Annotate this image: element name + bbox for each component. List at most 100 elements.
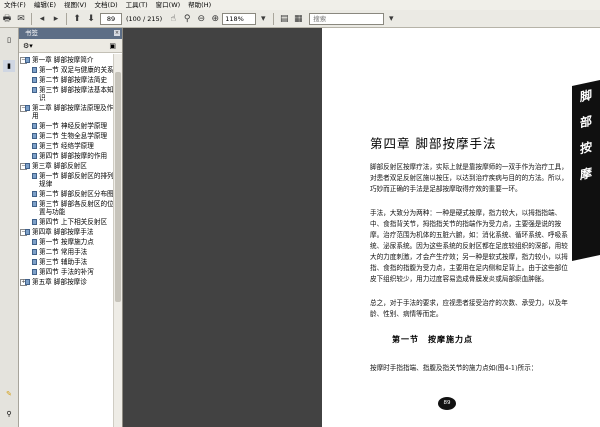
menu-document[interactable]: 文档(D) — [91, 0, 122, 10]
bookmark-item[interactable]: 第三节 脚部按摩法基本知识 — [19, 86, 114, 102]
fit-width-icon[interactable]: ▦ — [292, 12, 304, 25]
bookmark-chapter[interactable]: − 第三章 脚部反射区 — [19, 162, 114, 170]
zoom-level-input[interactable]: 118% — [222, 12, 257, 25]
menu-edit[interactable]: 编辑(E) — [30, 0, 60, 10]
search-input[interactable]: 搜索 — [309, 12, 385, 25]
bookmark-chapter[interactable]: − 第四章 脚部按摩手法 — [19, 228, 114, 236]
bookmark-item[interactable]: 第一节 脚部反射区的排列规律 — [19, 172, 114, 188]
bookmark-item[interactable]: 第三节 脚部各反射区的位置与功能 — [19, 200, 114, 216]
options-icon[interactable]: ⚙▾ — [23, 42, 33, 50]
chevron-down-icon[interactable]: ▾ — [257, 12, 269, 25]
fit-page-icon[interactable]: ▤ — [278, 12, 290, 25]
bookmark-item[interactable]: 第一节 按摩施力点 — [19, 238, 114, 246]
select-hand-icon[interactable]: ☝ — [167, 12, 179, 25]
document-view[interactable]: 第四章 脚部按摩手法 脚部反射区按摩疗法，实际上就是靠按摩师的一双手作为治疗工具… — [123, 28, 600, 427]
bookmark-item[interactable]: 第四节 脚部按摩的作用 — [19, 152, 114, 160]
toolbar-separator — [273, 12, 275, 25]
bookmark-label: 第三章 脚部反射区 — [32, 162, 87, 170]
bookmark-label: 第一章 脚部按摩简介 — [32, 56, 94, 64]
bookmark-label: 第三节 脚部各反射区的位置与功能 — [39, 200, 114, 216]
bookmark-item[interactable]: 第三节 辅助手法 — [19, 258, 114, 266]
bookmark-icon — [25, 105, 30, 111]
zoom-out-icon[interactable]: ⊖ — [195, 12, 207, 25]
bookmark-label: 第一节 双足与健康的关系 — [39, 66, 114, 74]
bookmark-item[interactable]: 第二节 脚部按摩法简史 — [19, 76, 114, 84]
bookmark-item[interactable]: 第四节 手法的补泻 — [19, 268, 114, 276]
pages-icon[interactable]: ▯ — [3, 34, 15, 46]
bookmark-icon — [32, 173, 37, 179]
bookmark-icon — [32, 259, 37, 265]
prev-view-icon[interactable]: ◂ — [36, 12, 48, 25]
bookmark-icon — [32, 191, 37, 197]
bookmark-label: 第二节 脚部按摩法简史 — [39, 76, 108, 84]
bookmark-item[interactable]: 第三节 经络学原理 — [19, 142, 114, 150]
bookmark-item[interactable]: 第二节 脚部反射区分布图 — [19, 190, 114, 198]
section-title: 第一节 按摩施力点 — [392, 334, 473, 344]
bookmark-label: 第一节 脚部反射区的排列规律 — [39, 172, 114, 188]
page-number-badge: 89 — [438, 397, 456, 410]
bookmark-chapter[interactable]: − 第二章 脚部按摩法原理及作用 — [19, 104, 114, 120]
bookmark-item[interactable]: 第二节 常用手法 — [19, 248, 114, 256]
bookmark-chapter[interactable]: + 第五章 脚部按摩诊 — [19, 278, 114, 286]
previous-page-icon[interactable]: ⬆ — [71, 12, 83, 25]
bookmark-icon — [32, 269, 37, 275]
bookmark-icon — [25, 57, 30, 63]
bookmark-icon — [32, 133, 37, 139]
bookmark-icon — [32, 201, 37, 207]
attachment-icon[interactable]: ⚲ — [3, 408, 15, 420]
page-number-input[interactable]: 89 — [100, 12, 122, 25]
bookmark-icon — [25, 279, 30, 285]
bookmark-label: 第五章 脚部按摩诊 — [32, 278, 87, 286]
menu-help[interactable]: 帮助(H) — [184, 0, 215, 10]
bookmark-chapter[interactable]: − 第一章 脚部按摩简介 — [19, 56, 114, 64]
toolbar-separator — [66, 12, 67, 25]
bookmark-item[interactable]: 第四节 上下相关反射区 — [19, 218, 114, 226]
bookmarks-scrollbar[interactable] — [113, 54, 122, 427]
bookmark-icon — [32, 239, 37, 245]
comments-icon[interactable]: ✎ — [3, 388, 15, 400]
bookmark-icon — [32, 219, 37, 225]
bookmark-icon — [25, 163, 30, 169]
next-view-icon[interactable]: ▸ — [50, 12, 62, 25]
chevron-down-icon[interactable]: ▾ — [385, 12, 397, 25]
bookmark-label: 第三节 辅助手法 — [39, 258, 88, 266]
next-page-icon[interactable]: ⬇ — [85, 12, 97, 25]
print-icon[interactable]: 🖶 — [1, 12, 13, 25]
paragraph-1: 脚部反射区按摩疗法，实际上就是靠按摩师的一双手作为治疗工具，对患者双足反射区施以… — [370, 163, 568, 193]
zoom-tool-icon[interactable]: ⚲ — [181, 12, 193, 25]
bookmark-icon — [32, 67, 37, 73]
bookmark-label: 第四节 手法的补泻 — [39, 268, 94, 276]
bookmark-label: 第三节 经络学原理 — [39, 142, 94, 150]
navigation-pane-icons: ▯ ▮ ✎ ⚲ — [0, 28, 19, 427]
zoom-in-icon[interactable]: ⊕ — [209, 12, 221, 25]
bookmark-icon — [32, 153, 37, 159]
bookmark-item[interactable]: 第一节 神经反射学原理 — [19, 122, 114, 130]
new-bookmark-icon[interactable]: ▣ — [109, 42, 116, 50]
bookmark-icon — [32, 77, 37, 83]
bookmark-item[interactable]: 第一节 双足与健康的关系 — [19, 66, 114, 74]
email-icon[interactable]: ✉ — [15, 12, 27, 25]
bookmarks-toolbar: ⚙▾ ▣ — [19, 39, 122, 53]
bookmarks-panel: 书签 × ⚙▾ ▣ − 第一章 脚部按摩简介第一节 双足与健康的关系 第二节 脚部按… — [19, 28, 123, 427]
bookmark-label: 第二节 脚部反射区分布图 — [39, 190, 114, 198]
bookmark-icon — [32, 123, 37, 129]
menu-window[interactable]: 窗口(W) — [152, 0, 185, 10]
scrollbar-thumb[interactable] — [115, 72, 121, 302]
toolbar-separator — [31, 12, 32, 25]
close-icon[interactable]: × — [114, 30, 120, 36]
bookmark-item[interactable]: 第二节 生物全息学原理 — [19, 132, 114, 140]
bookmarks-panel-header: 书签 × — [19, 28, 122, 39]
bookmark-label: 第一节 神经反射学原理 — [39, 122, 108, 130]
menu-tools[interactable]: 工具(T) — [122, 0, 152, 10]
bookmark-label: 第二节 常用手法 — [39, 248, 88, 256]
bookmark-label: 第二节 生物全息学原理 — [39, 132, 108, 140]
bookmarks-icon[interactable]: ▮ — [3, 60, 15, 72]
bookmark-label: 第四章 脚部按摩手法 — [32, 228, 94, 236]
menu-bar: 文件(F) 编辑(E) 视图(V) 文档(D) 工具(T) 窗口(W) 帮助(H… — [0, 0, 600, 10]
menu-view[interactable]: 视图(V) — [60, 0, 91, 10]
menu-file[interactable]: 文件(F) — [0, 0, 30, 10]
bookmark-label: 第一节 按摩施力点 — [39, 238, 94, 246]
bookmark-label: 第三节 脚部按摩法基本知识 — [39, 86, 114, 102]
bookmark-icon — [32, 249, 37, 255]
bookmark-icon — [32, 87, 37, 93]
